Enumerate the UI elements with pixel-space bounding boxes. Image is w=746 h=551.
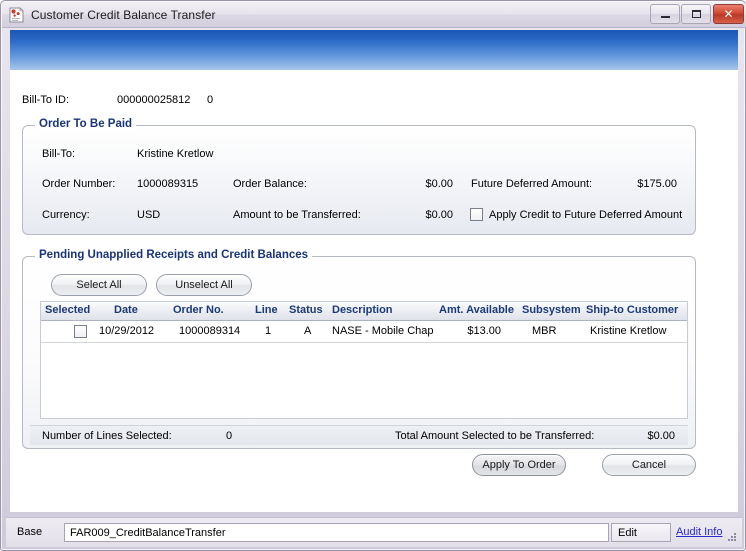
pending-group-title: Pending Unapplied Receipts and Credit Ba… xyxy=(35,249,312,261)
bill-to-id-suffix: 0 xyxy=(207,94,213,106)
column-header-line[interactable]: Line xyxy=(255,304,278,316)
cell-amt-available: $13.00 xyxy=(445,325,501,337)
column-header-amt-available[interactable]: Amt. Available xyxy=(439,304,514,316)
cell-ship-to-customer: Kristine Kretlow xyxy=(590,325,666,337)
document-icon xyxy=(9,7,25,23)
unselect-all-button[interactable]: Unselect All xyxy=(156,274,252,296)
bill-to-label: Bill-To: xyxy=(42,148,75,160)
apply-to-order-button[interactable]: Apply To Order xyxy=(472,454,566,476)
column-header-order-no[interactable]: Order No. xyxy=(173,304,224,316)
order-balance-value: $0.00 xyxy=(387,178,453,190)
window-title: Customer Credit Balance Transfer xyxy=(31,7,216,23)
cell-status: A xyxy=(304,325,311,337)
edit-button[interactable]: Edit xyxy=(611,523,671,542)
order-group-title: Order To Be Paid xyxy=(35,118,136,130)
base-value-field[interactable]: FAR009_CreditBalanceTransfer xyxy=(64,523,609,542)
minimize-button[interactable] xyxy=(650,4,680,24)
bill-to-id-label: Bill-To ID: xyxy=(22,94,69,106)
maximize-icon xyxy=(682,5,710,23)
bill-to-id-value: 000000025812 xyxy=(117,94,190,106)
summary-bar: Number of Lines Selected: 0 Total Amount… xyxy=(30,425,688,445)
cell-subsystem: MBR xyxy=(532,325,556,337)
amount-to-be-transferred-label: Amount to be Transferred: xyxy=(233,209,361,221)
column-header-selected[interactable]: Selected xyxy=(45,304,90,316)
currency-value: USD xyxy=(137,209,160,221)
base-label: Base xyxy=(17,526,42,538)
total-amount-label: Total Amount Selected to be Transferred: xyxy=(395,430,594,442)
total-amount-value: $0.00 xyxy=(613,430,675,442)
apply-credit-checkbox[interactable] xyxy=(470,208,483,221)
receipts-grid[interactable]: Selected Date Order No. Line Status Desc… xyxy=(40,301,688,419)
order-number-value: 1000089315 xyxy=(137,178,198,190)
apply-to-order-label: Apply To Order xyxy=(482,459,555,471)
column-header-status[interactable]: Status xyxy=(289,304,323,316)
currency-label: Currency: xyxy=(42,209,90,221)
apply-credit-checkbox-label[interactable]: Apply Credit to Future Deferred Amount xyxy=(489,209,682,221)
cell-description: NASE - Mobile Chap xyxy=(332,325,434,337)
close-button[interactable]: ✕ xyxy=(713,4,744,24)
future-deferred-value: $175.00 xyxy=(603,178,677,190)
table-row[interactable]: 10/29/2012 1000089314 1 A NASE - Mobile … xyxy=(41,321,687,343)
select-all-button[interactable]: Select All xyxy=(51,274,147,296)
select-all-label: Select All xyxy=(76,279,121,291)
minimize-icon xyxy=(651,5,679,23)
amount-to-be-transferred-value: $0.00 xyxy=(387,209,453,221)
maximize-button[interactable] xyxy=(681,4,711,24)
column-header-description[interactable]: Description xyxy=(332,304,393,316)
cell-line: 1 xyxy=(265,325,271,337)
lines-selected-value: 0 xyxy=(226,430,232,442)
application-window: Customer Credit Balance Transfer ✕ Bill-… xyxy=(0,0,746,551)
bill-to-value: Kristine Kretlow xyxy=(137,148,213,160)
audit-info-link[interactable]: Audit Info xyxy=(676,526,722,538)
column-header-date[interactable]: Date xyxy=(114,304,138,316)
column-header-subsystem[interactable]: Subsystem xyxy=(522,304,581,316)
unselect-all-label: Unselect All xyxy=(175,279,232,291)
future-deferred-label: Future Deferred Amount: xyxy=(471,178,592,190)
cell-order-no: 1000089314 xyxy=(179,325,240,337)
lines-selected-label: Number of Lines Selected: xyxy=(42,430,172,442)
status-bar: Base FAR009_CreditBalanceTransfer Edit A… xyxy=(6,517,742,547)
close-icon: ✕ xyxy=(714,5,743,23)
cancel-label: Cancel xyxy=(632,459,666,471)
cancel-button[interactable]: Cancel xyxy=(602,454,696,476)
header-banner xyxy=(10,30,738,70)
order-balance-label: Order Balance: xyxy=(233,178,307,190)
title-bar: Customer Credit Balance Transfer ✕ xyxy=(2,2,746,28)
order-number-label: Order Number: xyxy=(42,178,115,190)
cell-date: 10/29/2012 xyxy=(99,325,154,337)
column-header-ship-to-customer[interactable]: Ship-to Customer xyxy=(586,304,678,316)
row-select-checkbox[interactable] xyxy=(74,325,87,338)
resize-grip[interactable] xyxy=(726,531,738,543)
order-to-be-paid-group: Order To Be Paid Bill-To: Kristine Kretl… xyxy=(22,125,696,235)
grid-header-row: Selected Date Order No. Line Status Desc… xyxy=(41,302,687,321)
